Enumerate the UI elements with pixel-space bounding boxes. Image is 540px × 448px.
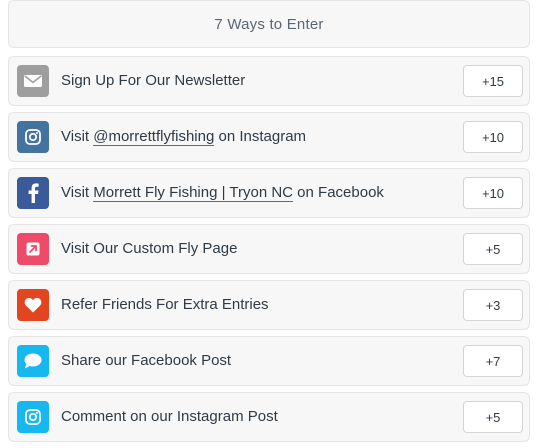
entry-newsletter[interactable]: Sign Up For Our Newsletter +15 [8,56,530,106]
speech-bubble-icon [17,345,49,377]
points-badge[interactable]: +5 [463,401,523,433]
entry-instagram-visit[interactable]: Visit @morrettflyfishing on Instagram +1… [8,112,530,162]
entry-share-facebook-post[interactable]: Share our Facebook Post +7 [8,336,530,386]
entry-label: Visit @morrettflyfishing on Instagram [61,113,306,161]
instagram-icon [17,401,49,433]
facebook-page-link[interactable]: Morrett Fly Fishing | Tryon NC [93,184,294,202]
envelope-icon [17,65,49,97]
label-prefix: Visit [61,184,94,201]
instagram-profile-link[interactable]: @morrettflyfishing [93,128,215,146]
external-link-icon [17,233,49,265]
entry-custom-fly-page[interactable]: Visit Our Custom Fly Page +5 [8,224,530,274]
points-badge[interactable]: +7 [463,345,523,377]
points-badge[interactable]: +10 [463,121,523,153]
entry-comment-instagram-post[interactable]: Comment on our Instagram Post +5 [8,392,530,442]
heart-icon [17,289,49,321]
label-suffix: on Instagram [214,128,307,145]
instagram-icon [17,121,49,153]
facebook-icon [17,177,49,209]
entry-label: Visit Our Custom Fly Page [61,240,238,257]
entry-methods-header: 7 Ways to Enter [8,0,530,48]
entry-label: Comment on our Instagram Post [61,408,278,425]
points-badge[interactable]: +10 [463,177,523,209]
entry-label: Visit Morrett Fly Fishing | Tryon NC on … [61,169,384,217]
points-badge[interactable]: +3 [463,289,523,321]
points-badge[interactable]: +5 [463,233,523,265]
entry-refer-friends[interactable]: Refer Friends For Extra Entries +3 [8,280,530,330]
entry-label: Sign Up For Our Newsletter [61,72,246,89]
entry-label: Refer Friends For Extra Entries [61,296,269,313]
entry-facebook-visit[interactable]: Visit Morrett Fly Fishing | Tryon NC on … [8,168,530,218]
label-prefix: Visit [61,128,94,145]
label-suffix: on Facebook [293,184,384,201]
header-title: 7 Ways to Enter [214,15,324,33]
points-badge[interactable]: +15 [463,65,523,97]
giveaway-entry-widget: 7 Ways to Enter Sign Up For Our Newslett… [0,0,540,448]
entry-label: Share our Facebook Post [61,352,232,369]
